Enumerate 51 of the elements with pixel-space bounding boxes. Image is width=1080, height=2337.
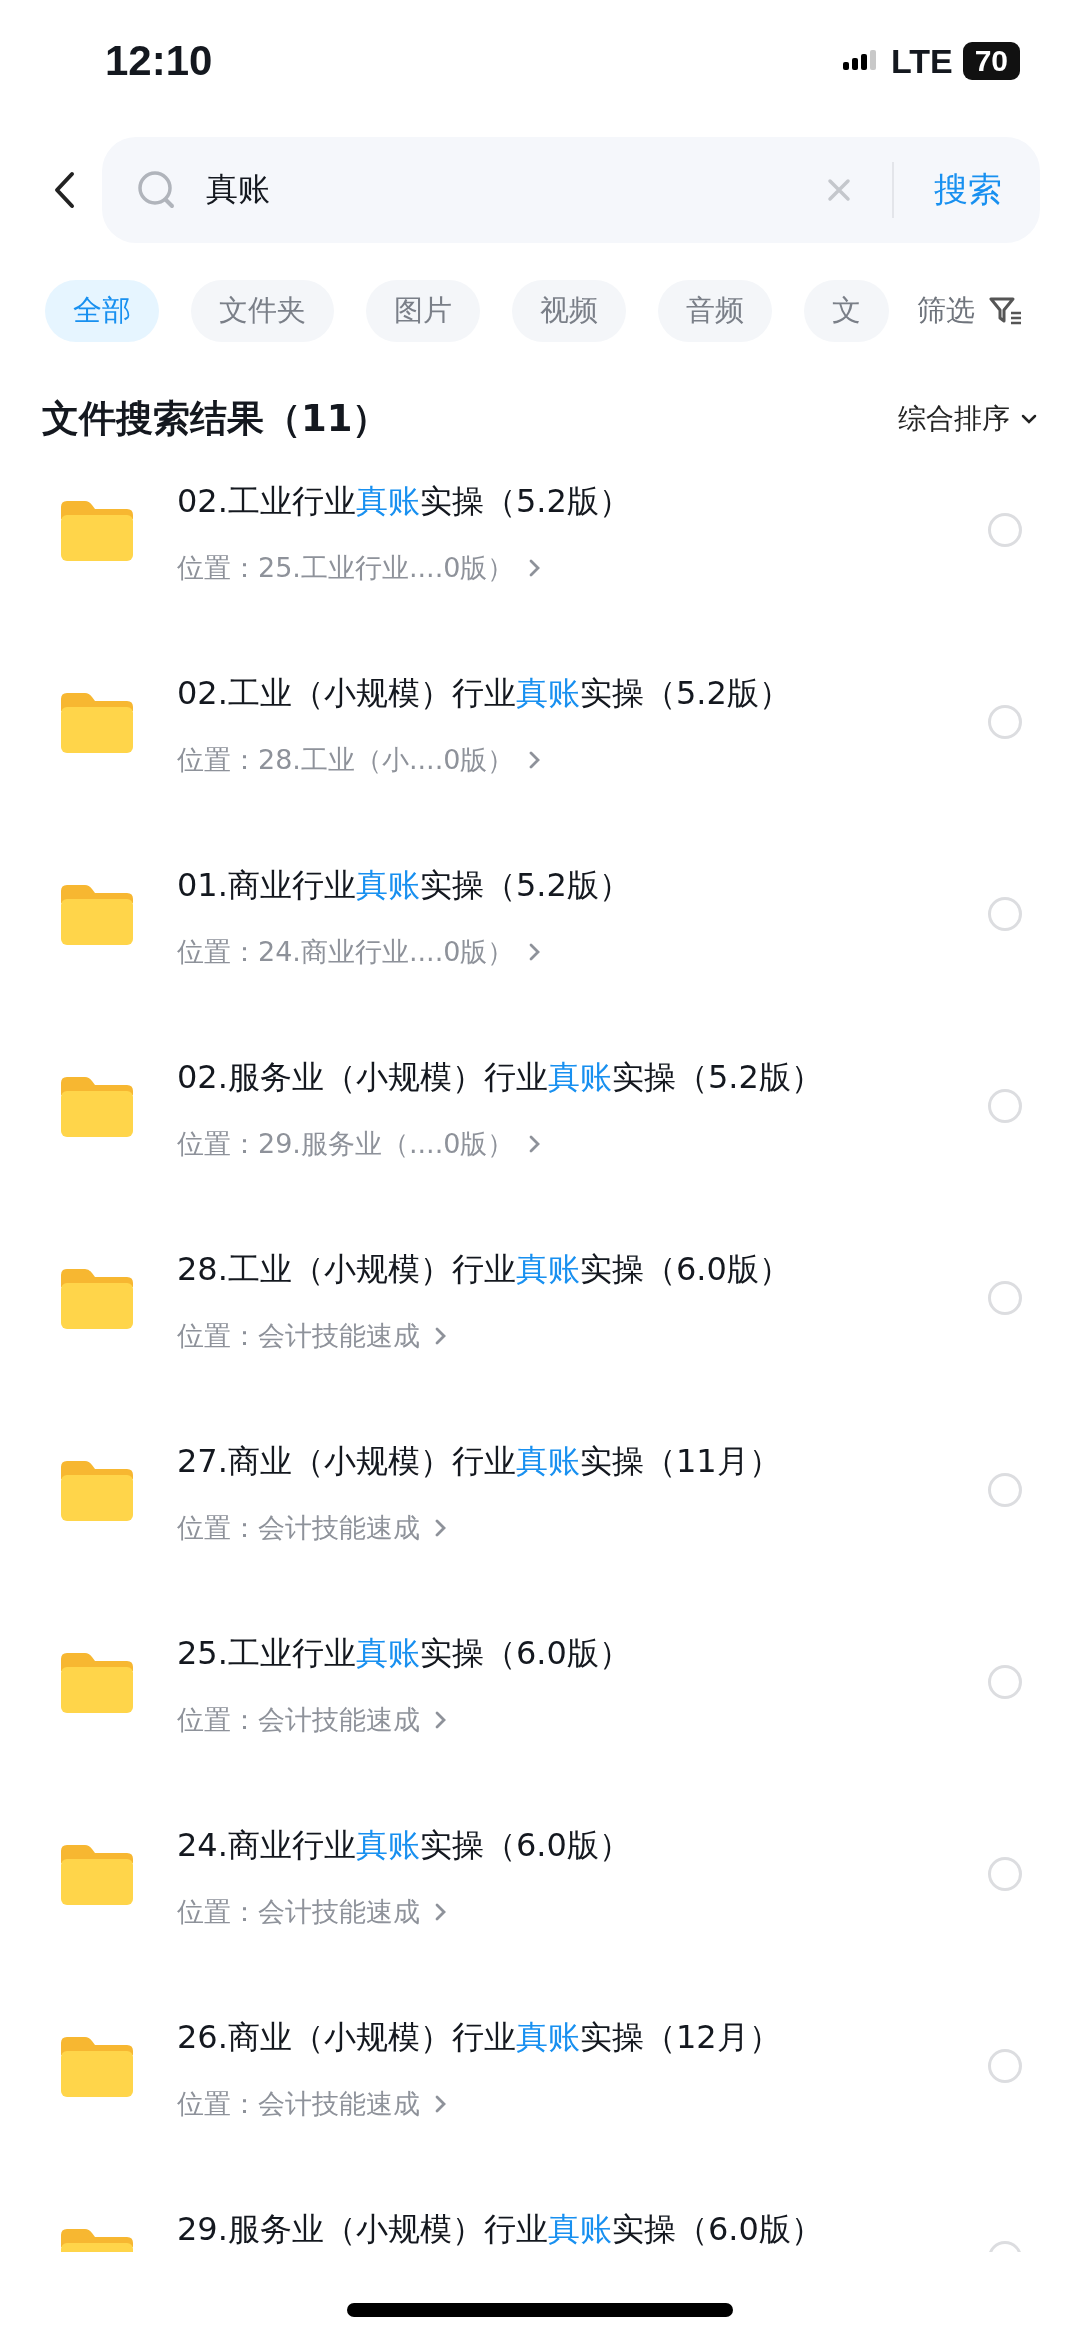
folder-name[interactable]: 28.工业（小规模）行业真账实操（6.0版） [177,1248,988,1292]
search-button[interactable]: 搜索 [922,167,1002,213]
select-radio[interactable] [988,513,1022,547]
chevron-icon [434,1326,448,1346]
sort-dropdown[interactable]: 综合排序 [898,400,1038,438]
location-link[interactable]: 位置：24.商业行业....0版） [177,934,988,970]
folder-name[interactable]: 02.工业行业真账实操（5.2版） [177,480,988,524]
folder-name[interactable]: 02.工业（小规模）行业真账实操（5.2版） [177,672,988,716]
chevron-icon [434,1902,448,1922]
folder-name[interactable]: 02.服务业（小规模）行业真账实操（5.2版） [177,1056,988,1100]
select-radio[interactable] [988,2049,1022,2083]
folder-name[interactable]: 26.商业（小规模）行业真账实操（12月） [177,2016,988,2060]
filter-icon[interactable] [989,296,1023,326]
location-link[interactable]: 位置：会计技能速成 [177,2086,988,2122]
battery-indicator: 70 [962,42,1020,80]
location-link[interactable]: 位置：会计技能速成 [177,1510,988,1546]
select-radio[interactable] [988,1281,1022,1315]
select-radio[interactable] [988,1665,1022,1699]
category-tab[interactable]: 文 [804,280,889,342]
select-radio[interactable] [988,897,1022,931]
results-heading: 文件搜索结果（11） [42,396,390,442]
select-radio[interactable] [988,705,1022,739]
location-link[interactable]: 位置：25.工业行业....0版） [177,550,988,586]
category-tab[interactable]: 文件夹 [191,280,334,342]
chevron-icon [434,2094,448,2114]
folder-name[interactable]: 01.商业行业真账实操（5.2版） [177,864,988,908]
category-tab[interactable]: 全部 [45,280,159,342]
search-field[interactable]: 真账 搜索 [102,137,1040,243]
clear-icon[interactable] [826,177,852,203]
location-link[interactable]: 位置：29.服务业（....0版） [177,1126,988,1162]
folder-name[interactable]: 24.商业行业真账实操（6.0版） [177,1824,988,1868]
category-tab[interactable]: 视频 [512,280,626,342]
location-link[interactable]: 位置：28.工业（小....0版） [177,742,988,778]
clock-time: 12:10 [105,37,213,85]
select-radio[interactable] [988,1473,1022,1507]
folder-name[interactable]: 27.商业（小规模）行业真账实操（11月） [177,1440,988,1484]
select-radio[interactable] [988,1089,1022,1123]
network-label: LTE [890,41,953,81]
chevron-icon [434,1518,448,1538]
location-link[interactable]: 位置：会计技能速成 [177,1702,988,1738]
category-tab[interactable]: 图片 [366,280,480,342]
folder-name[interactable]: 25.工业行业真账实操（6.0版） [177,1632,988,1676]
category-tab[interactable]: 音频 [658,280,772,342]
caret-icon [1020,413,1038,425]
back-icon[interactable] [52,171,76,209]
filter-button[interactable]: 筛选 [917,291,975,331]
location-link[interactable]: 位置：会计技能速成 [177,1894,988,1930]
select-radio[interactable] [988,1857,1022,1891]
location-link[interactable]: 位置：会计技能速成 [177,1318,988,1354]
chevron-icon [434,1710,448,1730]
folder-name[interactable]: 29.服务业（小规模）行业真账实操（6.0版） [177,2208,988,2252]
